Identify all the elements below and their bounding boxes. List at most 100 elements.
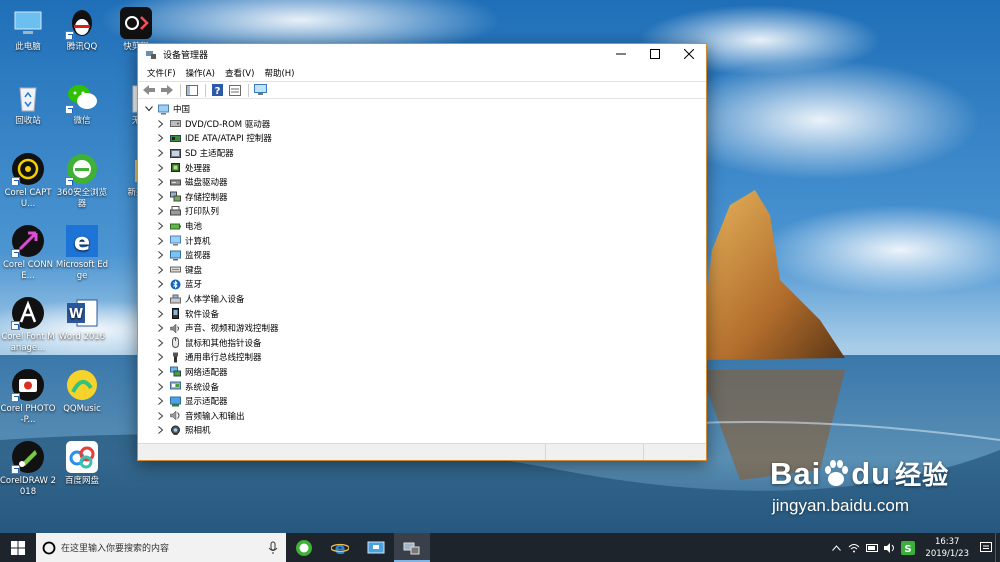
expand-chevron-icon[interactable] [156, 163, 166, 173]
taskbar-app-360-browser[interactable] [286, 533, 322, 562]
tree-node-disk-drive[interactable]: 磁盘驱动器 [138, 175, 706, 190]
menu-file[interactable]: 文件(F) [142, 67, 181, 79]
desktop-icon-360-browser[interactable]: 360安全浏览器 [54, 152, 110, 210]
tree-node-disc-drive[interactable]: DVD/CD-ROM 驱动器 [138, 117, 706, 132]
action-center-button[interactable] [979, 541, 993, 555]
taskbar-app-network[interactable] [358, 533, 394, 562]
show-desktop-button[interactable] [995, 533, 1000, 562]
desktop-icon-qqmusic[interactable]: QQMusic [54, 368, 110, 415]
this-pc-icon [11, 6, 45, 40]
desktop-icon-word-2016[interactable]: W Word 2016 [54, 296, 110, 343]
forward-button[interactable] [159, 83, 175, 97]
tree-node-bluetooth[interactable]: 蓝牙 [138, 277, 706, 292]
tree-node-sound[interactable]: 声音、视频和游戏控制器 [138, 321, 706, 336]
expand-chevron-icon[interactable] [156, 279, 166, 289]
maximize-button[interactable] [638, 44, 672, 64]
tree-node-label: 打印队列 [185, 207, 220, 218]
tree-node-mouse[interactable]: 鼠标和其他指针设备 [138, 336, 706, 351]
expand-chevron-icon[interactable] [156, 382, 166, 392]
desktop-icon-corel-photo-paint[interactable]: Corel PHOTO-P... [0, 368, 56, 426]
tree-node-processor[interactable]: 处理器 [138, 160, 706, 175]
collapse-chevron-icon[interactable] [144, 104, 154, 114]
help-button[interactable]: ? [209, 83, 225, 97]
input-method-button[interactable]: S [901, 540, 916, 555]
expand-chevron-icon[interactable] [156, 411, 166, 421]
expand-chevron-icon[interactable] [156, 133, 166, 143]
desktop-icon-corel-connect[interactable]: Corel CONNE... [0, 224, 56, 282]
show-hide-console-tree-button[interactable] [184, 83, 200, 97]
taskbar-app-device-manager[interactable] [394, 533, 430, 562]
menu-view[interactable]: 查看(V) [220, 67, 259, 79]
back-button[interactable] [141, 83, 157, 97]
taskbar-app-ie[interactable]: e [322, 533, 358, 562]
expand-chevron-icon[interactable] [156, 177, 166, 187]
expand-chevron-icon[interactable] [156, 192, 166, 202]
svg-text:?: ? [214, 86, 220, 96]
expand-chevron-icon[interactable] [156, 265, 166, 275]
scan-hardware-button[interactable] [252, 83, 268, 97]
volume-button[interactable] [883, 541, 897, 555]
show-hidden-icons-button[interactable] [829, 541, 843, 555]
expand-chevron-icon[interactable] [156, 323, 166, 333]
tree-node-usb[interactable]: 通用串行总线控制器 [138, 350, 706, 365]
expand-chevron-icon[interactable] [156, 236, 166, 246]
wechat-icon [65, 80, 99, 114]
expand-chevron-icon[interactable] [156, 338, 166, 348]
battery-icon [170, 223, 181, 230]
tree-node-camera[interactable]: 照相机 [138, 423, 706, 435]
desktop-icon-recycle-bin[interactable]: 回收站 [0, 80, 56, 127]
tree-node-monitor[interactable]: 监视器 [138, 248, 706, 263]
tree-node-sd-adapter[interactable]: SD 主适配器 [138, 146, 706, 161]
desktop-icon-edge[interactable]: e Microsoft Edge [54, 224, 110, 282]
expand-chevron-icon[interactable] [156, 206, 166, 216]
title-bar[interactable]: 设备管理器 [138, 44, 706, 64]
expand-chevron-icon[interactable] [156, 148, 166, 158]
close-button[interactable] [672, 44, 706, 64]
taskbar-clock[interactable]: 16:37 2019/1/23 [917, 536, 977, 560]
device-tree[interactable]: 中国 DVD/CD-ROM 驱动器 IDE ATA/ATAPI 控制器 SD 主适配… [138, 99, 706, 435]
tree-node-software-device[interactable]: 软件设备 [138, 306, 706, 321]
tree-node-printer[interactable]: 打印队列 [138, 204, 706, 219]
minimize-button[interactable] [604, 44, 638, 64]
device-manager-window[interactable]: 设备管理器 文件(F) 操作(A) 查看(V) 帮助(H) ? 中国 DVD/C… [137, 43, 707, 461]
expand-chevron-icon[interactable] [156, 367, 166, 377]
tree-node-network-adapter[interactable]: 网络适配器 [138, 365, 706, 380]
expand-chevron-icon[interactable] [156, 294, 166, 304]
tree-node-label: 处理器 [185, 163, 211, 174]
microphone-icon[interactable] [268, 541, 278, 555]
desktop-icon-coreldraw-2018[interactable]: CorelDRAW 2018 [0, 440, 56, 498]
menu-help[interactable]: 帮助(H) [259, 67, 299, 79]
desktop-icon-corel-font-manager[interactable]: Corel Font Manage... [0, 296, 56, 354]
qqmusic-icon [65, 368, 99, 402]
battery-status-button[interactable] [865, 541, 879, 555]
tree-node-system-device[interactable]: 系统设备 [138, 379, 706, 394]
expand-chevron-icon[interactable] [156, 425, 166, 435]
tree-node-hid[interactable]: 人体学输入设备 [138, 292, 706, 307]
expand-chevron-icon[interactable] [156, 352, 166, 362]
tree-node-display-adapter[interactable]: 显示适配器 [138, 394, 706, 409]
menu-action[interactable]: 操作(A) [181, 67, 220, 79]
properties-button[interactable] [227, 83, 243, 97]
tree-node-storage-controller[interactable]: 存储控制器 [138, 190, 706, 205]
expand-chevron-icon[interactable] [156, 250, 166, 260]
expand-chevron-icon[interactable] [156, 396, 166, 406]
audio-io-icon [170, 410, 180, 421]
desktop-icon-corel-capture[interactable]: Corel CAPTU... [0, 152, 56, 210]
tree-node-keyboard[interactable]: 键盘 [138, 263, 706, 278]
desktop-icon-this-pc[interactable]: 此电脑 [0, 6, 56, 53]
desktop-icon-baidu-netdisk[interactable]: 百度网盘 [54, 440, 110, 487]
tree-node-battery[interactable]: 电池 [138, 219, 706, 234]
start-button[interactable] [0, 533, 36, 562]
desktop-icon-wechat[interactable]: 微信 [54, 80, 110, 127]
taskbar-search-box[interactable]: 在这里输入你要搜索的内容 [36, 533, 286, 562]
network-status-button[interactable] [847, 541, 861, 555]
expand-chevron-icon[interactable] [156, 119, 166, 129]
tree-root-computer[interactable]: 中国 [138, 102, 706, 117]
tree-node-computer[interactable]: 计算机 [138, 233, 706, 248]
device-manager-icon [403, 542, 420, 554]
tree-node-ide-controller[interactable]: IDE ATA/ATAPI 控制器 [138, 131, 706, 146]
tree-node-audio-io[interactable]: 音频输入和输出 [138, 408, 706, 423]
desktop-icon-qq[interactable]: 腾讯QQ [54, 6, 110, 53]
expand-chevron-icon[interactable] [156, 221, 166, 231]
expand-chevron-icon[interactable] [156, 309, 166, 319]
